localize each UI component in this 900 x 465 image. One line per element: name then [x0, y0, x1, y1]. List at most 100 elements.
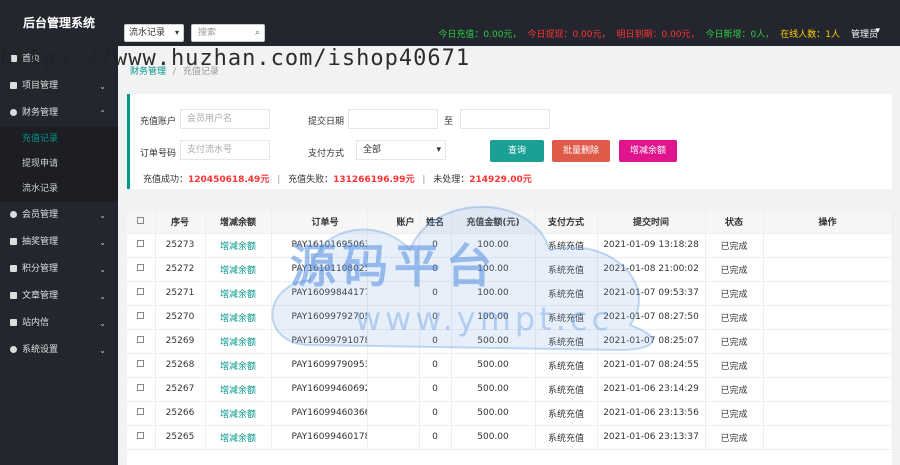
sidebar-item-finance[interactable]: 财务管理 ⌃ [0, 100, 118, 127]
cell-method: 系统充值 [535, 281, 598, 306]
sidebar-item-lottery[interactable]: 抽奖管理 ⌄ [0, 229, 118, 256]
cell-account [367, 305, 420, 330]
cell-account [367, 425, 420, 450]
row-adjust-link[interactable]: 增减余额 [205, 377, 272, 402]
row-adjust-link[interactable]: 增减余额 [205, 233, 272, 258]
order-label: 订单号码 [140, 149, 177, 159]
cell-order: PAY1609946017837 [271, 425, 368, 450]
sidebar-item-label: 会员管理 [22, 210, 59, 220]
row-checkbox[interactable] [127, 353, 156, 378]
user-icon [10, 211, 17, 218]
summary-sep: | [422, 175, 426, 185]
gear-icon [10, 346, 17, 353]
records-table: 序号 增减余额 订单号 账户 姓名 充值金额(元) 支付方式 提交时间 状态 操… [127, 211, 893, 465]
table-header-row: 序号 增减余额 订单号 账户 姓名 充值金额(元) 支付方式 提交时间 状态 操… [127, 211, 893, 234]
row-checkbox[interactable] [127, 377, 156, 402]
select-all-checkbox[interactable] [127, 211, 156, 234]
sidebar-item-label: 文章管理 [22, 291, 59, 301]
sidebar-subitem-recharge[interactable]: 充值记录 [0, 127, 118, 152]
row-adjust-link[interactable]: 增减余额 [205, 353, 272, 378]
sidebar-subitem-flow[interactable]: 流水记录 [0, 177, 118, 202]
row-adjust-link[interactable]: 增减余额 [205, 257, 272, 282]
sidebar-item-settings[interactable]: 系统设置 ⌄ [0, 337, 118, 364]
sidebar-item-articles[interactable]: 文章管理 ⌄ [0, 283, 118, 310]
cell-name: 0 [419, 353, 452, 378]
col-id: 序号 [155, 211, 206, 234]
cell-amount: 500.00 [451, 425, 536, 450]
sidebar-item-messages[interactable]: 站内信 ⌄ [0, 310, 118, 337]
row-checkbox[interactable] [127, 425, 156, 450]
sidebar-item-label: 财务管理 [22, 108, 59, 118]
date-end-input[interactable] [460, 109, 550, 129]
query-button[interactable]: 查询 [490, 140, 544, 162]
cell-order: PAY1610169506355 [271, 233, 368, 258]
sidebar: 首页 项目管理 ⌄ 财务管理 ⌃ 充值记录 提现申请 流水记录 会员管理 ⌄ 抽… [0, 46, 118, 465]
pay-method-select[interactable]: 全部 ▾ [356, 140, 446, 160]
col-order: 订单号 [271, 211, 368, 234]
cell-order: PAY1609946069277 [271, 377, 368, 402]
col-actions: 操作 [763, 211, 893, 234]
filter-panel: 充值账户 会员用户名 提交日期 至 订单号码 支付流水号 支付方式 全部 ▾ 查… [127, 94, 892, 189]
row-adjust-link[interactable]: 增减余额 [205, 425, 272, 450]
cell-status: 已完成 [705, 281, 764, 306]
row-checkbox[interactable] [127, 305, 156, 330]
row-adjust-link[interactable]: 增减余额 [205, 401, 272, 426]
chevron-down-icon: ⌄ [99, 238, 106, 247]
sidebar-item-projects[interactable]: 项目管理 ⌄ [0, 73, 118, 100]
cell-status: 已完成 [705, 329, 764, 354]
cell-id: 25271 [155, 281, 206, 306]
col-status: 状态 [705, 211, 764, 234]
account-placeholder: 会员用户名 [187, 114, 233, 124]
folder-icon [10, 82, 17, 89]
batch-delete-button[interactable]: 批量删除 [552, 140, 610, 162]
adjust-balance-button[interactable]: 增减余额 [619, 140, 677, 162]
cell-method: 系统充值 [535, 257, 598, 282]
cell-id: 25268 [155, 353, 206, 378]
chevron-down-icon: ⌄ [99, 82, 106, 91]
row-checkbox[interactable] [127, 281, 156, 306]
chevron-down-icon[interactable]: ▾ [875, 26, 880, 36]
row-checkbox[interactable] [127, 329, 156, 354]
sidebar-item-members[interactable]: 会员管理 ⌄ [0, 202, 118, 229]
order-input[interactable]: 支付流水号 [180, 140, 270, 160]
module-select-value: 流水记录 [129, 28, 166, 38]
table-row: 25266增减余额PAY1609946036613 0500.00系统充值2021… [127, 401, 893, 426]
order-placeholder: 支付流水号 [187, 145, 233, 155]
date-range-sep: 至 [444, 117, 454, 127]
cell-time: 2021-01-06 23:14:29 [597, 377, 706, 402]
success-label: 充值成功： [143, 175, 189, 185]
pending-value: 214929.00元 [469, 175, 532, 185]
search-icon[interactable]: ⌕ [255, 25, 260, 41]
sidebar-item-points[interactable]: 积分管理 ⌄ [0, 256, 118, 283]
pay-method-value: 全部 [363, 145, 382, 155]
cell-order: PAY1609979107893 [271, 329, 368, 354]
cell-order: PAY1610110802516 [271, 257, 368, 282]
row-checkbox[interactable] [127, 401, 156, 426]
row-checkbox[interactable] [127, 257, 156, 282]
cell-order: PAY1609979095384 [271, 353, 368, 378]
date-start-input[interactable] [348, 109, 438, 129]
table-row: 25268增减余额PAY1609979095384 0500.00系统充值2021… [127, 353, 893, 378]
account-input[interactable]: 会员用户名 [180, 109, 270, 129]
cell-actions [763, 329, 893, 354]
sidebar-item-label: 系统设置 [22, 345, 59, 355]
cell-id: 25265 [155, 425, 206, 450]
col-name: 姓名 [419, 211, 452, 234]
stat-recharge: 今日充值：0.00元， [438, 30, 522, 40]
admin-menu[interactable]: 管理员 [851, 27, 878, 40]
row-adjust-link[interactable]: 增减余额 [205, 305, 272, 330]
cell-id: 25266 [155, 401, 206, 426]
cell-status: 已完成 [705, 401, 764, 426]
module-select[interactable]: 流水记录 ▾ [124, 24, 184, 42]
cell-time: 2021-01-06 23:13:37 [597, 425, 706, 450]
search-input[interactable]: 搜索 ⌕ [191, 24, 265, 42]
sidebar-subitem-withdraw[interactable]: 提现申请 [0, 152, 118, 177]
row-checkbox[interactable] [127, 233, 156, 258]
cell-account [367, 281, 420, 306]
row-adjust-link[interactable]: 增减余额 [205, 329, 272, 354]
chevron-down-icon: ▾ [174, 28, 179, 37]
cell-actions [763, 425, 893, 450]
row-adjust-link[interactable]: 增减余额 [205, 281, 272, 306]
chevron-down-icon: ⌄ [99, 292, 106, 301]
cell-status: 已完成 [705, 305, 764, 330]
